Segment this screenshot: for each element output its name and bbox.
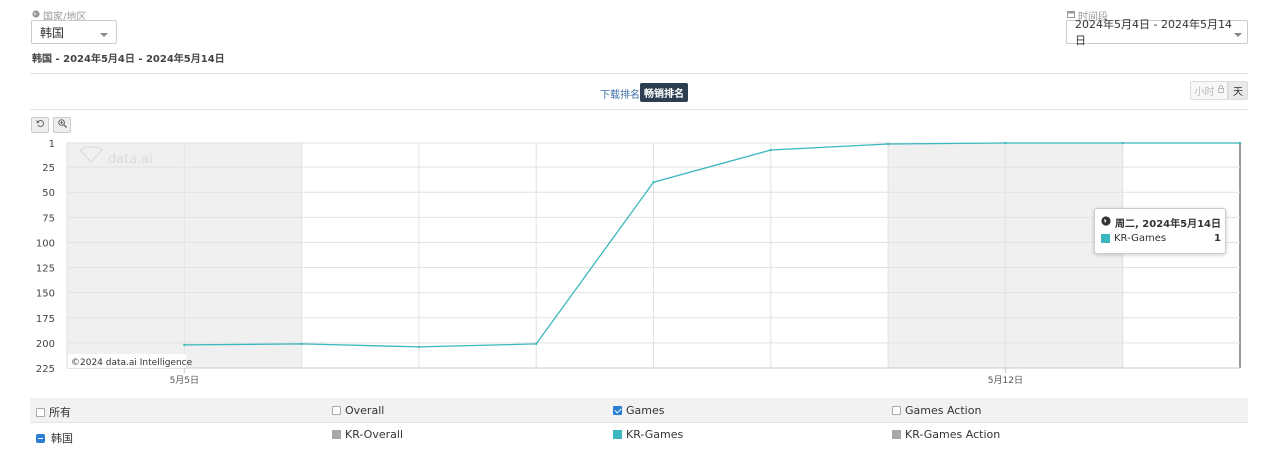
y-tick-label: 75 [42,213,55,224]
y-tick-label: 225 [36,364,55,375]
legend-country-toggle[interactable]: 韩国 [36,430,73,446]
series-swatch [892,430,901,439]
data-point [300,342,303,346]
tooltip-row: KR-Games 1 [1101,233,1221,244]
data-point [535,342,538,346]
data-point [183,343,186,347]
tooltip-series-swatch [1101,234,1110,243]
x-tick-label: 5月12日 [988,375,1023,386]
chart-credit: ©2024 data.ai Intelligence [71,358,193,368]
checkbox-icon [892,406,901,415]
tooltip-header: 周二, 2024年5月14日 [1101,215,1221,230]
data-point [769,148,772,152]
legend-games-checkbox[interactable]: Games [613,404,664,417]
y-tick-label: 150 [36,289,55,300]
data-point [1004,141,1007,145]
rank-chart: 1255075100125150175200225 5月5日 5月12日 data… [36,139,1242,386]
y-tick-label: 200 [36,339,55,350]
data-point [652,180,655,184]
legend-series-kr-games-action[interactable]: KR-Games Action [892,428,1000,441]
legend-series-kr-overall[interactable]: KR-Overall [332,428,403,441]
y-tick-label: 175 [36,314,55,325]
series-swatch [332,430,341,439]
chart-tooltip: 周二, 2024年5月14日 KR-Games 1 [1094,208,1226,254]
checkbox-icon [613,406,622,415]
legend-header-row: 所有 Overall Games Games Action [30,398,1248,422]
watermark-text: data.ai [108,152,153,167]
data-point [1121,141,1124,145]
legend-series-row: 韩国 KR-Overall KR-Games KR-Games Action [30,425,1248,449]
data-point [1238,141,1242,145]
y-tick-label: 50 [42,188,55,199]
checkbox-icon [36,407,45,417]
globe-icon [1101,216,1111,229]
legend-series-kr-games[interactable]: KR-Games [613,428,683,441]
y-tick-label: 25 [42,163,55,174]
data-point [417,345,421,349]
y-tick-label: 1 [49,139,55,150]
collapse-icon [36,433,45,443]
divider [30,422,1248,423]
x-tick-label: 5月5日 [170,375,199,386]
legend-all-checkbox[interactable]: 所有 [36,404,71,420]
legend-games-action-checkbox[interactable]: Games Action [892,404,981,417]
data-point [886,142,890,146]
y-tick-label: 100 [36,238,55,249]
legend-overall-checkbox[interactable]: Overall [332,404,384,417]
series-swatch [613,430,622,439]
checkbox-icon [332,406,341,415]
y-tick-label: 125 [36,264,55,275]
